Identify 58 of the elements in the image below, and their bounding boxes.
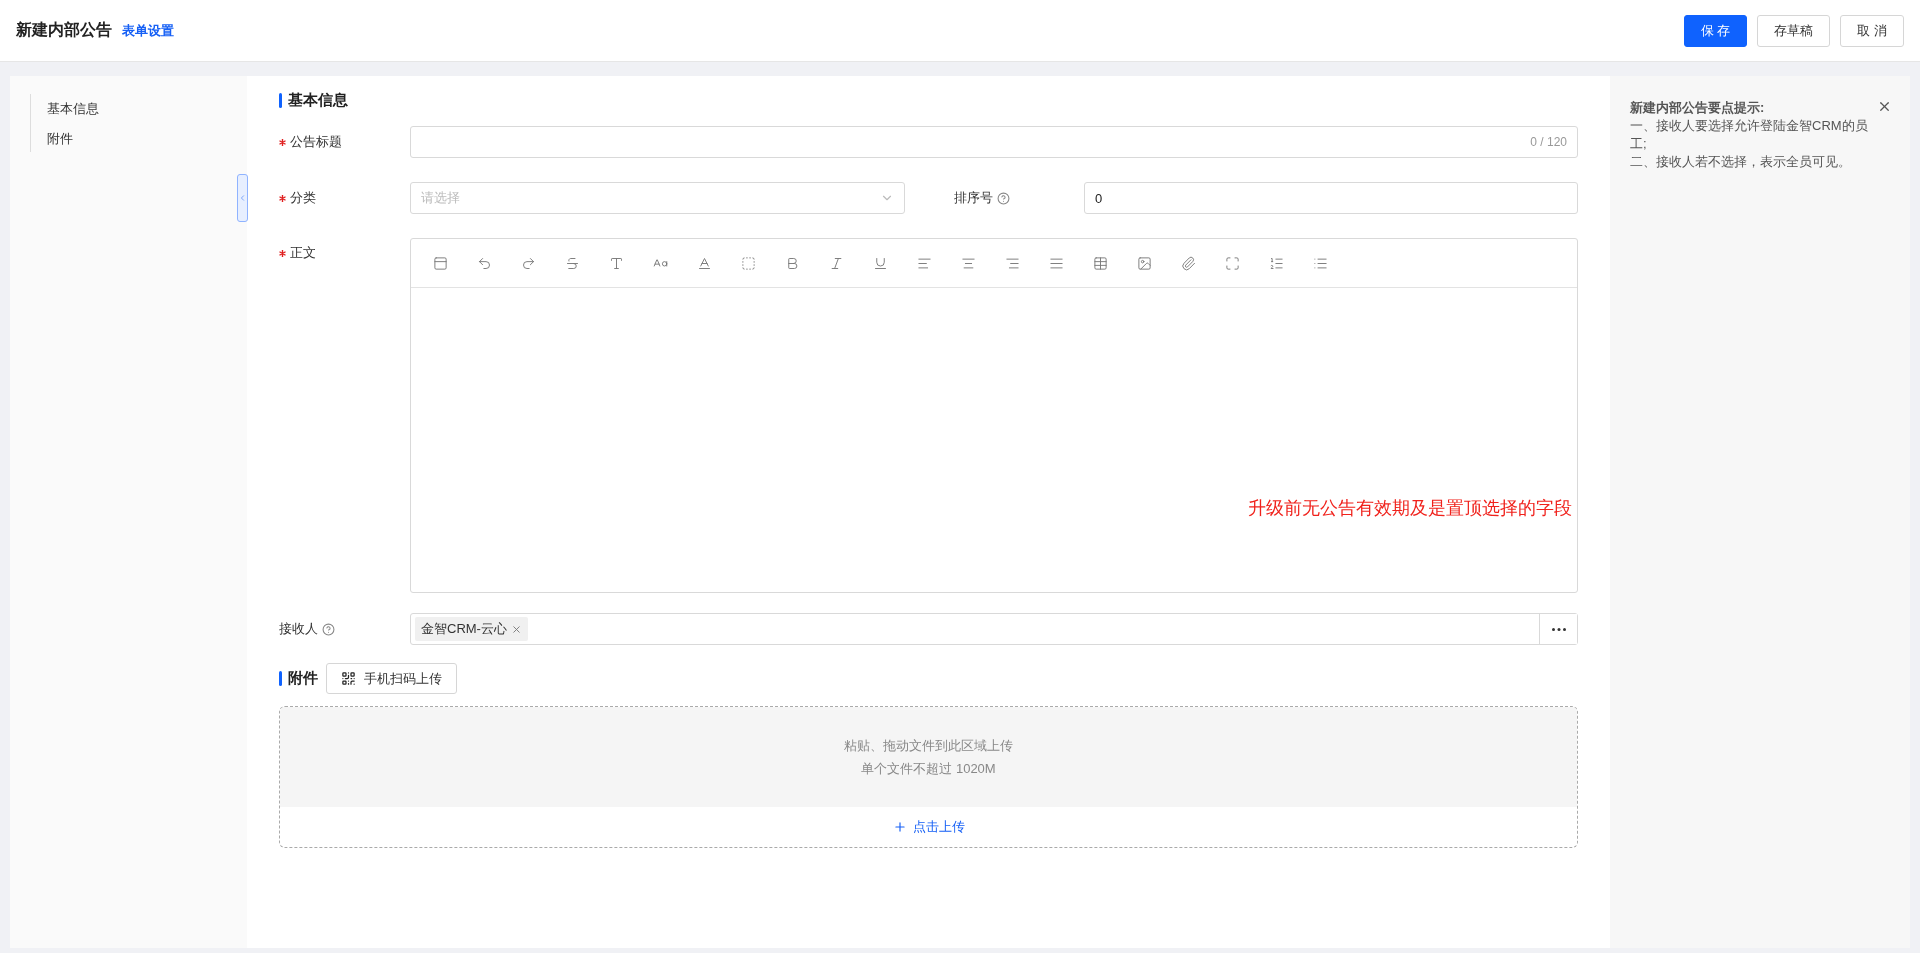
field-label: 正文 bbox=[290, 244, 316, 262]
upload-link[interactable]: 点击上传 bbox=[280, 807, 1577, 847]
section-title: 基本信息 bbox=[288, 91, 348, 110]
bold-icon[interactable] bbox=[785, 255, 800, 271]
sort-input[interactable]: 0 bbox=[1084, 182, 1578, 214]
justify-icon[interactable] bbox=[1049, 255, 1064, 271]
image-icon[interactable] bbox=[1137, 255, 1152, 271]
annotation-text: 升级前无公告有效期及是置顶选择的字段 bbox=[1248, 497, 1572, 520]
italic-icon[interactable] bbox=[829, 255, 844, 271]
qr-code-icon bbox=[341, 671, 356, 686]
upload-dropzone[interactable]: 粘贴、拖动文件到此区域上传 单个文件不超过 1020M 点击上传 bbox=[279, 706, 1578, 848]
field-label: 排序号 bbox=[954, 189, 993, 207]
layout-icon[interactable] bbox=[433, 255, 448, 271]
field-label: 接收人 bbox=[279, 620, 318, 638]
header-button[interactable]: 取 消 bbox=[1840, 14, 1904, 47]
ellipsis-icon bbox=[1551, 627, 1566, 631]
rich-text-editor[interactable]: 升级前无公告有效期及是置顶选择的字段 bbox=[410, 238, 1578, 593]
align-right-icon[interactable] bbox=[1005, 255, 1020, 271]
font-color-icon[interactable] bbox=[697, 255, 712, 271]
field-label: 分类 bbox=[290, 189, 316, 207]
text-icon[interactable] bbox=[609, 255, 624, 271]
tip-text: 二、接收人若不选择，表示全员可见。 bbox=[1630, 153, 1852, 171]
redo-icon[interactable] bbox=[521, 255, 536, 271]
undo-icon[interactable] bbox=[477, 255, 492, 271]
tips-title: 新建内部公告要点提示: bbox=[1630, 99, 1765, 117]
nav-item[interactable]: 基本信息 bbox=[47, 100, 247, 118]
underline-icon[interactable] bbox=[873, 255, 888, 271]
tip-text: 一、接收人要选择允许登陆金智CRM的员工; bbox=[1630, 117, 1869, 153]
align-center-icon[interactable] bbox=[961, 255, 976, 271]
drop-hint: 粘贴、拖动文件到此区域上传 bbox=[844, 736, 1013, 755]
ordered-list-icon[interactable] bbox=[1269, 255, 1284, 271]
receiver-tag: 金智CRM-云心 bbox=[415, 617, 528, 641]
help-icon bbox=[322, 622, 335, 636]
header-button[interactable]: 存草稿 bbox=[1757, 14, 1831, 47]
more-button[interactable] bbox=[1539, 614, 1577, 644]
attachment-icon[interactable] bbox=[1181, 255, 1196, 271]
char-counter: 0 / 120 bbox=[1530, 135, 1567, 149]
form-settings-link[interactable]: 表单设置 bbox=[122, 21, 174, 40]
scan-upload-button[interactable]: 手机扫码上传 bbox=[326, 663, 457, 694]
fullscreen-icon[interactable] bbox=[1225, 255, 1240, 271]
section-title: 附件 bbox=[288, 669, 318, 688]
section-marker bbox=[279, 93, 282, 108]
section-marker bbox=[279, 671, 282, 686]
close-icon[interactable] bbox=[510, 623, 522, 635]
help-icon bbox=[997, 191, 1010, 205]
strikethrough-icon[interactable] bbox=[565, 255, 580, 271]
bullet-list-icon[interactable] bbox=[1313, 255, 1328, 271]
page-title: 新建内部公告 bbox=[16, 20, 112, 40]
align-left-icon[interactable] bbox=[917, 255, 932, 271]
table-icon[interactable] bbox=[1093, 255, 1108, 271]
field-label: 公告标题 bbox=[290, 133, 342, 151]
close-icon[interactable] bbox=[1877, 99, 1892, 114]
save-button[interactable]: 保 存 bbox=[1683, 14, 1748, 47]
collapse-handle[interactable] bbox=[237, 174, 248, 222]
size-hint: 单个文件不超过 1020M bbox=[861, 759, 996, 778]
plus-icon bbox=[892, 820, 907, 834]
nav-item[interactable]: 附件 bbox=[47, 130, 247, 148]
receiver-field[interactable]: 金智CRM-云心 bbox=[410, 613, 1578, 645]
